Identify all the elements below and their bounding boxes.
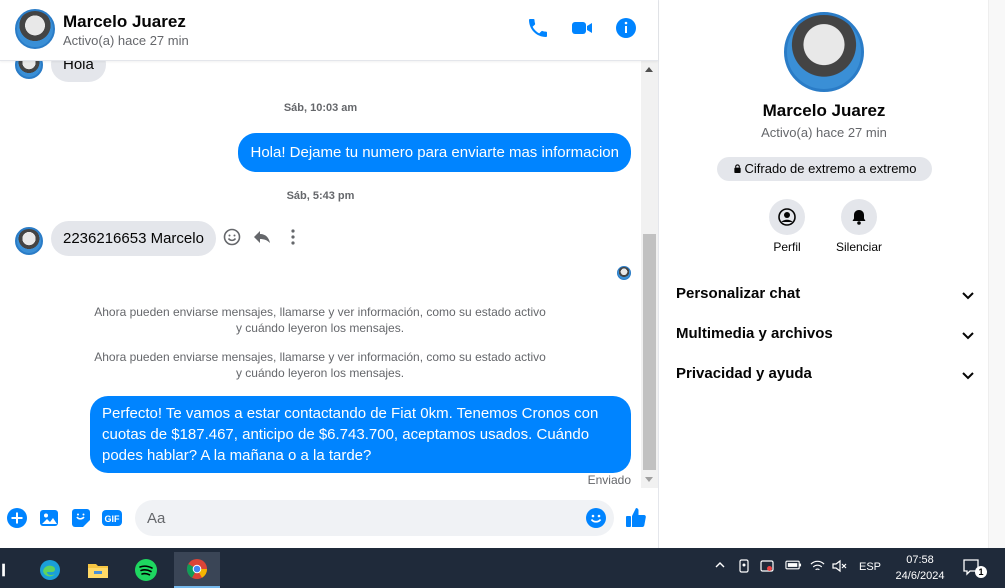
video-call-icon[interactable] [570, 16, 594, 40]
task-view-icon[interactable] [0, 552, 26, 588]
meet-now-icon[interactable] [737, 559, 751, 576]
panel-scrollbar[interactable] [988, 0, 1005, 548]
edge-browser-icon[interactable] [28, 552, 72, 588]
battery-icon[interactable] [785, 559, 802, 574]
chevron-down-icon [960, 327, 976, 343]
mute-button[interactable] [841, 199, 877, 235]
antivirus-icon[interactable] [760, 559, 774, 576]
time-separator: Sáb, 5:43 pm [286, 190, 355, 202]
svg-text:GIF: GIF [105, 514, 121, 524]
chevron-down-icon [960, 367, 976, 383]
contact-name[interactable]: Marcelo Juarez [63, 12, 186, 32]
section-label: Privacidad y ayuda [676, 365, 812, 382]
sender-avatar [15, 227, 43, 255]
info-icon[interactable] [614, 16, 638, 40]
chat-header: Marcelo Juarez Activo(a) hace 27 min [0, 0, 658, 61]
conversation-info-panel: Marcelo Juarez Activo(a) hace 27 min Cif… [658, 0, 988, 548]
message-input[interactable] [135, 500, 614, 536]
system-message: Ahora pueden enviarse mensajes, llamarse… [94, 305, 546, 335]
volume-muted-icon[interactable] [832, 559, 848, 576]
system-message: Ahora pueden enviarse mensajes, llamarse… [94, 350, 546, 380]
windows-taskbar: ESP 07:58 24/6/2024 1 [0, 548, 1005, 588]
profile-button[interactable] [769, 199, 805, 235]
notification-count: 1 [975, 566, 987, 578]
taskbar-clock[interactable]: 07:58 24/6/2024 [886, 552, 954, 584]
file-explorer-icon[interactable] [76, 552, 120, 588]
wifi-icon[interactable] [810, 559, 825, 576]
image-icon[interactable] [38, 507, 60, 529]
e2e-encryption-badge[interactable]: Cifrado de extremo a extremo [717, 157, 932, 181]
chevron-down-icon [960, 287, 976, 303]
profile-avatar[interactable] [784, 12, 864, 92]
e2e-label: Cifrado de extremo a extremo [744, 161, 917, 176]
contact-status: Activo(a) hace 27 min [63, 33, 189, 48]
language-indicator[interactable]: ESP [859, 561, 881, 573]
profile-icon [778, 208, 796, 226]
profile-name: Marcelo Juarez [762, 101, 886, 120]
reply-icon[interactable] [252, 227, 272, 247]
section-personalize-chat[interactable]: Personalizar chat [676, 285, 976, 309]
scroll-thumb[interactable] [643, 234, 656, 470]
section-privacy-help[interactable]: Privacidad y ayuda [676, 365, 976, 389]
time-separator: Sáb, 10:03 am [283, 102, 358, 114]
read-receipt-avatar [617, 266, 631, 280]
chat-pane: Marcelo Juarez Activo(a) hace 27 min Hol… [0, 0, 658, 548]
profile-label: Perfil [773, 240, 801, 254]
clock-date: 24/6/2024 [895, 570, 945, 582]
chat-scrollbar[interactable] [641, 61, 658, 488]
messenger-app: Marcelo Juarez Activo(a) hace 27 min Hol… [0, 0, 1005, 548]
sent-status: Enviado [587, 473, 631, 487]
message-actions [222, 227, 309, 247]
gif-icon[interactable]: GIF [101, 507, 123, 529]
notification-center-icon[interactable]: 1 [962, 558, 987, 578]
message-bubble-in[interactable]: 2236216653 Marcelo [51, 221, 216, 256]
more-options-icon[interactable] [283, 227, 303, 247]
bell-icon [850, 208, 868, 226]
contact-avatar[interactable] [15, 9, 55, 49]
chrome-icon[interactable] [174, 552, 220, 588]
mute-label: Silenciar [835, 240, 883, 254]
spotify-icon[interactable] [124, 552, 168, 588]
sender-avatar [15, 61, 43, 79]
tray-chevron-up-icon[interactable] [714, 559, 726, 574]
message-bubble-out[interactable]: Perfecto! Te vamos a estar contactando d… [90, 396, 631, 473]
sticker-icon[interactable] [70, 507, 92, 529]
section-media-files[interactable]: Multimedia y archivos [676, 325, 976, 349]
scroll-down-arrow[interactable] [645, 477, 653, 482]
react-emoji-icon[interactable] [222, 227, 242, 247]
lock-icon [733, 157, 742, 173]
message-composer: GIF [0, 488, 658, 548]
scroll-up-arrow[interactable] [645, 67, 653, 72]
phone-icon[interactable] [526, 16, 550, 40]
message-bubble-out[interactable]: Hola! Dejame tu numero para enviarte mas… [238, 133, 631, 172]
profile-status: Activo(a) hace 27 min [761, 125, 887, 140]
like-thumb-icon[interactable] [624, 506, 648, 530]
section-label: Multimedia y archivos [676, 325, 833, 342]
add-icon[interactable] [6, 507, 28, 529]
clock-time: 07:58 [906, 554, 934, 566]
section-label: Personalizar chat [676, 285, 801, 302]
emoji-icon[interactable] [585, 507, 607, 529]
message-bubble-in[interactable]: Hola [51, 61, 106, 82]
message-list: Hola Sáb, 10:03 am Hola! Dejame tu numer… [0, 61, 641, 488]
